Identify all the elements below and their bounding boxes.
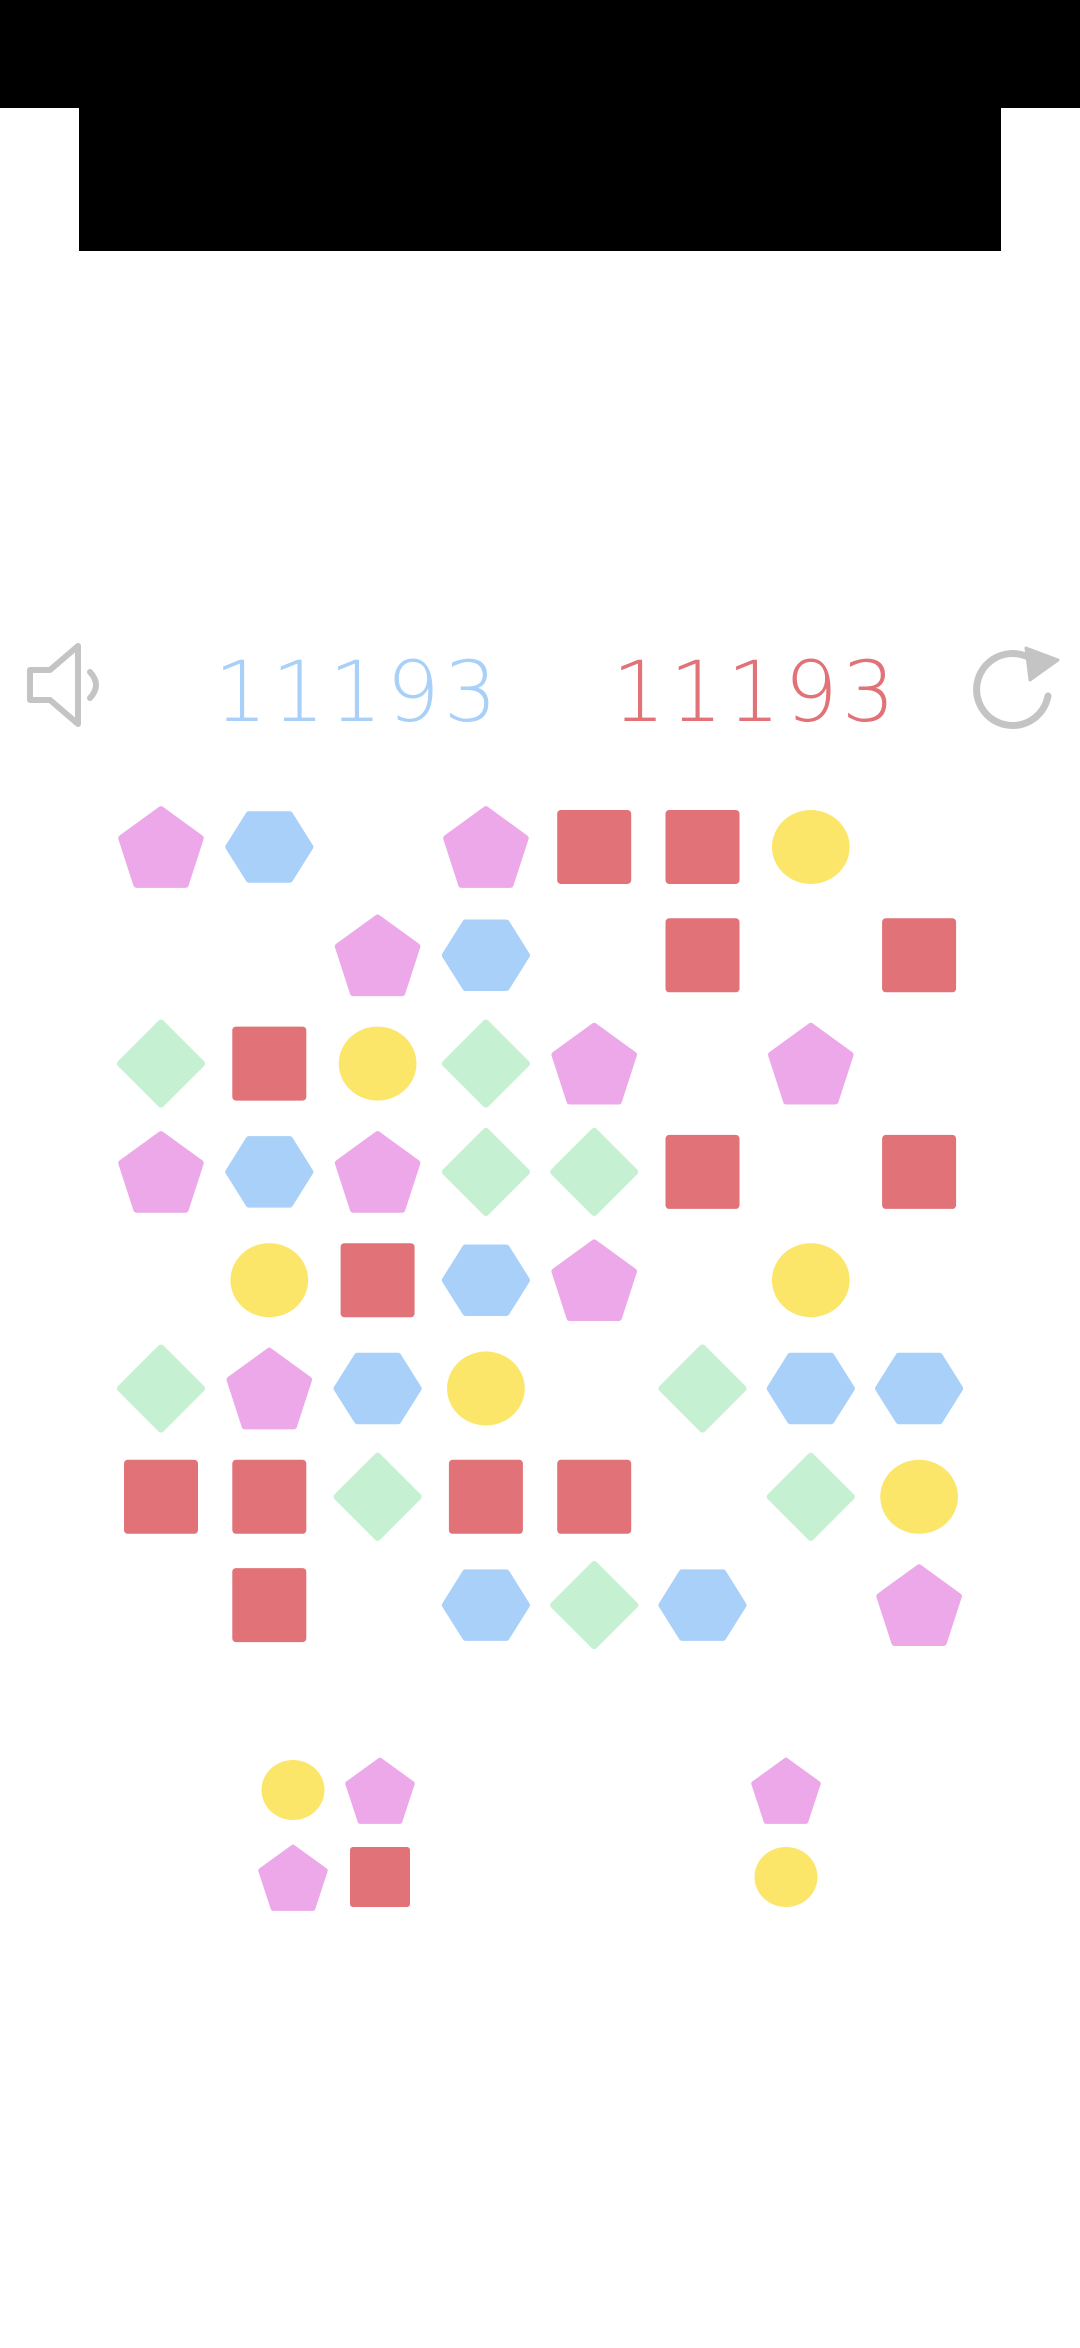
board-cell-square[interactable] [665, 918, 740, 993]
hud: 11193 11193 [0, 620, 1080, 760]
board-cell-square[interactable] [124, 1459, 198, 1534]
speaker-muted-icon [27, 643, 99, 727]
board-cell-pentagon[interactable] [226, 1347, 313, 1430]
best-score: 11193 [612, 643, 900, 741]
board-cell-hexagon[interactable] [766, 1352, 855, 1425]
board-cell-square[interactable] [448, 1459, 523, 1534]
board-cell-circle[interactable] [447, 1351, 525, 1426]
board-cell-square[interactable] [232, 1568, 307, 1643]
status-bar [0, 0, 1080, 108]
board-cell-hexagon[interactable] [225, 1136, 314, 1208]
board-cell-circle[interactable] [771, 1243, 850, 1318]
board-cell-diamond[interactable] [658, 1344, 747, 1433]
tray-cell-circle [261, 1760, 325, 1820]
board-cell-pentagon[interactable] [551, 1022, 637, 1105]
player-score: 11193 [214, 643, 502, 741]
board-cell-hexagon[interactable] [441, 1244, 530, 1316]
board-cell-hexagon[interactable] [875, 1352, 964, 1425]
board-cell-square[interactable] [882, 918, 957, 993]
ad-banner [79, 108, 1001, 251]
board-cell-circle[interactable] [338, 1026, 417, 1101]
board-cell-diamond[interactable] [550, 1561, 639, 1650]
board-cell-diamond[interactable] [116, 1344, 206, 1433]
tray-cell-pentagon [345, 1757, 415, 1824]
board-cell-square[interactable] [665, 810, 740, 884]
board-cell-hexagon[interactable] [441, 1569, 530, 1641]
board-cell-pentagon[interactable] [118, 1131, 204, 1213]
board-cell-diamond[interactable] [441, 1127, 530, 1216]
board-cell-pentagon[interactable] [334, 914, 421, 997]
board-cell-square[interactable] [340, 1243, 415, 1318]
board-cell-square[interactable] [882, 1134, 957, 1209]
tray-piece-2[interactable] [751, 1757, 821, 1907]
board-cell-hexagon[interactable] [658, 1569, 747, 1641]
board-cell-square[interactable] [232, 1459, 307, 1534]
tray-cell-circle [754, 1847, 818, 1907]
board-cell-square[interactable] [557, 1459, 632, 1534]
board-cell-pentagon[interactable] [334, 1131, 421, 1213]
restart-icon [973, 646, 1060, 729]
board-cell-hexagon[interactable] [333, 1352, 422, 1425]
board-cell-diamond[interactable] [116, 1019, 206, 1108]
board-cell-diamond[interactable] [441, 1019, 530, 1108]
board-cell-pentagon[interactable] [768, 1022, 854, 1105]
board-cell-pentagon[interactable] [876, 1564, 962, 1646]
sound-toggle-button[interactable] [24, 640, 110, 730]
tray-cell-pentagon [258, 1844, 328, 1911]
board-cell-circle[interactable] [230, 1243, 309, 1318]
board-cell-hexagon[interactable] [441, 919, 530, 992]
game-board-grid [116, 806, 964, 1650]
board-cell-square[interactable] [232, 1026, 307, 1101]
tray-cell-square [350, 1847, 410, 1907]
board-cell-diamond[interactable] [333, 1452, 422, 1541]
tray-piece-1[interactable] [258, 1757, 415, 1911]
game-board [0, 0, 1080, 2344]
board-cell-pentagon[interactable] [118, 806, 204, 888]
board-cell-square[interactable] [665, 1134, 740, 1209]
board-cell-diamond[interactable] [550, 1127, 639, 1216]
tray-cell-pentagon [751, 1757, 821, 1824]
board-cell-square[interactable] [557, 810, 632, 884]
board-cell-diamond[interactable] [766, 1452, 855, 1541]
board-cell-circle[interactable] [880, 1459, 958, 1534]
board-cell-pentagon[interactable] [551, 1239, 637, 1322]
board-cell-hexagon[interactable] [225, 811, 314, 883]
board-cell-pentagon[interactable] [443, 806, 529, 888]
board-cell-circle[interactable] [771, 810, 850, 884]
restart-button[interactable] [968, 634, 1060, 734]
